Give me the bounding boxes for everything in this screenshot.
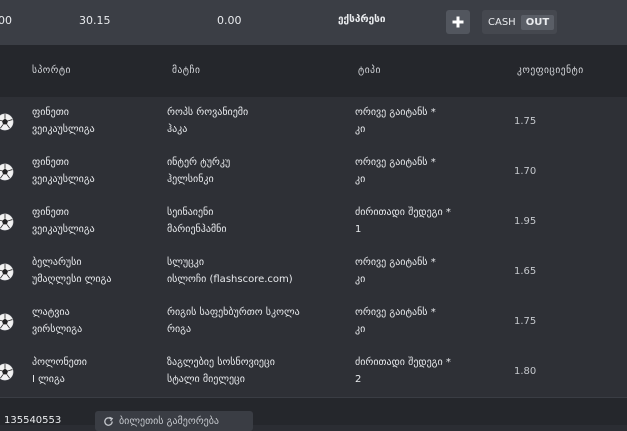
league-name: ვირსლიგა <box>32 324 83 335</box>
league-name: I ლიგა <box>32 374 65 385</box>
market-name: ორივე გაიტანს * <box>355 107 436 118</box>
type-cell: ძირითადი შედეგი * 2 <box>355 354 505 388</box>
league-name: ვეიკაუსლიგა <box>32 124 95 135</box>
plus-icon <box>452 16 464 28</box>
soccer-ball-icon <box>0 363 14 381</box>
league-country: პოლონეთი <box>32 357 87 368</box>
type-cell: ორივე გაიტანს * კი <box>355 104 505 138</box>
column-header-sport: სპორტი <box>32 65 71 76</box>
summary-value-a: 00 <box>0 14 12 27</box>
odds-value: 1.70 <box>514 166 537 177</box>
match-cell: როპს როვანიემი ჰაკა <box>167 104 352 138</box>
cash-out-button[interactable]: CASH OUT <box>482 10 557 34</box>
home-team: როპს როვანიემი <box>167 107 249 118</box>
away-team: ჰაკა <box>167 124 188 135</box>
away-team: ჰელსინკი <box>167 174 214 185</box>
match-cell: ზაგლებიე სოსნოვიეცი სტალი მიელეცი <box>167 354 352 388</box>
home-team: რიგის საფეხბურთო სკოლა <box>167 307 300 318</box>
repeat-ticket-button[interactable]: ბილეთის გამეორება <box>95 411 253 431</box>
type-cell: ძირითადი შედეგი * 1 <box>355 204 505 238</box>
bet-row[interactable]: ფინეთი ვეიკაუსლიგა როპს როვანიემი ჰაკა ორივე… <box>0 97 627 148</box>
home-team: ზაგლებიე სოსნოვიეცი <box>167 357 275 368</box>
bet-row[interactable]: პოლონეთი I ლიგა ზაგლებიე სოსნოვიეცი სტალი მ… <box>0 347 627 398</box>
market-name: ძირითადი შედეგი * <box>355 357 451 368</box>
summary-bar: 00 30.15 0.00 ექსპრესი CASH OUT <box>0 0 627 45</box>
market-name: ორივე გაიტანს * <box>355 307 436 318</box>
soccer-ball-icon <box>0 213 14 231</box>
odds-value: 1.95 <box>514 216 537 227</box>
bet-row[interactable]: ბელარუსი უმაღლესი ლიგა სლუცკი ისლოჩი (flash… <box>0 247 627 298</box>
home-team: სლუცკი <box>167 257 205 268</box>
away-team: სტალი მიელეცი <box>167 374 245 385</box>
away-team: ისლოჩი (flashscore.com) <box>167 274 293 285</box>
market-name: ორივე გაიტანს * <box>355 157 436 168</box>
market-name: ორივე გაიტანს * <box>355 257 436 268</box>
league-country: ბელარუსი <box>32 257 82 268</box>
summary-value-c: 0.00 <box>217 14 242 27</box>
selection: 1 <box>355 224 362 235</box>
league-name: ვეიკაუსლიგა <box>32 224 95 235</box>
footer: 135540553 ბილეთის გამეორება <box>0 398 627 431</box>
league-cell: პოლონეთი I ლიგა <box>32 354 157 388</box>
summary-value-b: 30.15 <box>79 14 111 27</box>
selection: კი <box>355 274 366 285</box>
ticket-id: 135540553 <box>4 415 62 426</box>
selection: 2 <box>355 374 362 385</box>
away-team: მარიენჰამნი <box>167 224 227 235</box>
soccer-ball-icon <box>0 163 14 181</box>
type-cell: ორივე გაიტანს * კი <box>355 254 505 288</box>
type-cell: ორივე გაიტანს * კი <box>355 304 505 338</box>
league-country: ფინეთი <box>32 107 69 118</box>
bet-row[interactable]: ფინეთი ვეიკაუსლიგა სეინაიენი მარიენჰამნი ძირ… <box>0 197 627 248</box>
league-name: ვეიკაუსლიგა <box>32 174 95 185</box>
league-name: უმაღლესი ლიგა <box>32 274 112 285</box>
league-country: ლატვია <box>32 307 70 318</box>
soccer-ball-icon <box>0 263 14 281</box>
bet-row[interactable]: ლატვია ვირსლიგა რიგის საფეხბურთო სკოლა რიგა… <box>0 297 627 348</box>
league-country: ფინეთი <box>32 157 69 168</box>
table-header: სპორტი მატჩი ტიპი კოეფიციენტი <box>0 45 627 98</box>
match-cell: ინტერ ტურკუ ჰელსინკი <box>167 154 352 188</box>
soccer-ball-icon <box>0 113 14 131</box>
league-cell: ფინეთი ვეიკაუსლიგა <box>32 104 157 138</box>
selection: კი <box>355 174 366 185</box>
league-cell: ბელარუსი უმაღლესი ლიგა <box>32 254 157 288</box>
league-cell: ფინეთი ვეიკაუსლიგა <box>32 154 157 188</box>
column-header-type: ტიპი <box>358 65 381 76</box>
column-header-match: მატჩი <box>172 65 201 76</box>
bet-type-label: ექსპრესი <box>338 14 386 25</box>
odds-value: 1.75 <box>514 116 537 127</box>
match-cell: სლუცკი ისლოჩი (flashscore.com) <box>167 254 352 288</box>
selection: კი <box>355 124 366 135</box>
home-team: სეინაიენი <box>167 207 214 218</box>
away-team: რიგა <box>167 324 192 335</box>
match-cell: სეინაიენი მარიენჰამნი <box>167 204 352 238</box>
league-cell: ლატვია ვირსლიგა <box>32 304 157 338</box>
type-cell: ორივე გაიტანს * კი <box>355 154 505 188</box>
soccer-ball-icon <box>0 313 14 331</box>
selection: კი <box>355 324 366 335</box>
bet-row[interactable]: ფინეთი ვეიკაუსლიგა ინტერ ტურკუ ჰელსინკი ორივ… <box>0 147 627 198</box>
league-country: ფინეთი <box>32 207 69 218</box>
home-team: ინტერ ტურკუ <box>167 157 231 168</box>
match-cell: რიგის საფეხბურთო სკოლა რიგა <box>167 304 352 338</box>
league-cell: ფინეთი ვეიკაუსლიგა <box>32 204 157 238</box>
cash-label: CASH <box>488 16 516 28</box>
odds-value: 1.80 <box>514 366 537 377</box>
odds-value: 1.65 <box>514 266 537 277</box>
market-name: ძირითადი შედეგი * <box>355 207 451 218</box>
column-header-odds: კოეფიციენტი <box>517 65 584 76</box>
odds-value: 1.75 <box>514 316 537 327</box>
out-label: OUT <box>520 14 555 30</box>
add-button[interactable] <box>446 10 470 34</box>
